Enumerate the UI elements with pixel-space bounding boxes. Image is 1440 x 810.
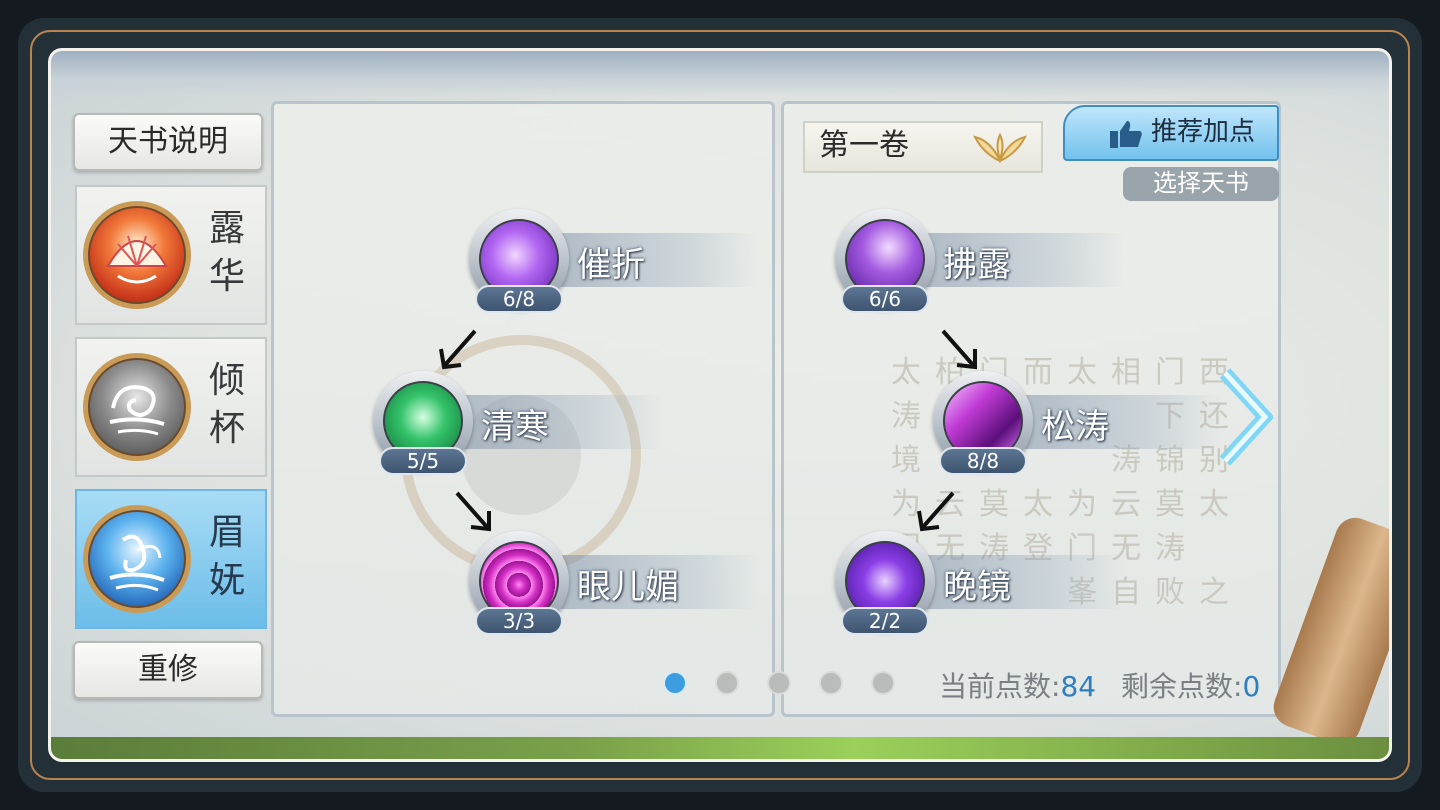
- page-dot[interactable]: [767, 671, 791, 695]
- school-label-qingbei: 倾杯: [208, 360, 245, 449]
- remaining-points: 剩余点数:0: [1121, 670, 1261, 703]
- scenery-strip: [51, 737, 1389, 759]
- skill-node-cuizhe[interactable]: 催折 6/8: [469, 209, 769, 319]
- skill-level: 8/8: [939, 447, 1027, 475]
- fan-emblem-icon: [83, 201, 191, 309]
- select-book-button[interactable]: 选择天书: [1123, 167, 1279, 201]
- school-label-luhua: 露华: [208, 208, 245, 297]
- skill-level: 3/3: [475, 607, 563, 635]
- page-dot[interactable]: [715, 671, 739, 695]
- skill-node-songtao[interactable]: 松涛 8/8: [933, 371, 1233, 481]
- skill-name: 拂露: [943, 245, 1011, 285]
- page-dot[interactable]: [819, 671, 843, 695]
- skill-name: 眼儿媚: [577, 567, 679, 607]
- skill-name: 清寒: [481, 407, 549, 447]
- skill-level: 6/8: [475, 285, 563, 313]
- skill-node-wanjing[interactable]: 晚镜 2/2: [835, 531, 1135, 641]
- skill-level: 2/2: [841, 607, 929, 635]
- skill-name: 催折: [577, 245, 645, 285]
- recommend-points-button[interactable]: 推荐加点: [1063, 105, 1279, 161]
- current-points: 当前点数:84: [939, 670, 1097, 703]
- page-dot[interactable]: [871, 671, 895, 695]
- skill-node-fulu[interactable]: 拂露 6/6: [835, 209, 1135, 319]
- scroll-decoration: [1268, 512, 1389, 750]
- school-tab-luhua[interactable]: 露华: [75, 185, 267, 325]
- skill-name: 松涛: [1041, 407, 1109, 447]
- skill-level: 6/6: [841, 285, 929, 313]
- page-dot[interactable]: [663, 671, 687, 695]
- arrow-down-right-icon: [941, 329, 977, 370]
- book-description-button[interactable]: 天书说明: [73, 113, 263, 171]
- skill-book-window: 天书说明 露华 倾杯 眉 妩 重修 催折 6/8 清寒 5/5 眼儿媚 3/3 …: [48, 48, 1392, 762]
- phoenix-emblem-icon: [83, 505, 191, 613]
- next-page-arrow-icon[interactable]: [1217, 367, 1273, 467]
- skill-node-qinghan[interactable]: 清寒 5/5: [373, 371, 673, 481]
- school-label-meiwu: 眉妩: [208, 512, 245, 601]
- skill-node-yanermei[interactable]: 眼儿媚 3/3: [469, 531, 769, 641]
- arrow-down-left-icon: [439, 329, 477, 370]
- reset-button[interactable]: 重修: [73, 641, 263, 699]
- arrow-down-left-icon: [917, 491, 955, 532]
- thumbs-up-icon: [1110, 121, 1142, 148]
- top-tab-strip: [51, 51, 1389, 97]
- school-tab-meiwu[interactable]: 眉妩: [75, 489, 267, 629]
- lotus-dropdown-icon: [973, 133, 1027, 163]
- school-tab-qingbei[interactable]: 倾杯: [75, 337, 267, 477]
- wind-swirl-emblem-icon: [83, 353, 191, 461]
- volume-selector[interactable]: 第一卷: [803, 121, 1043, 173]
- skill-level: 5/5: [379, 447, 467, 475]
- arrow-down-right-icon: [455, 491, 491, 532]
- skill-name: 晚镜: [943, 567, 1011, 607]
